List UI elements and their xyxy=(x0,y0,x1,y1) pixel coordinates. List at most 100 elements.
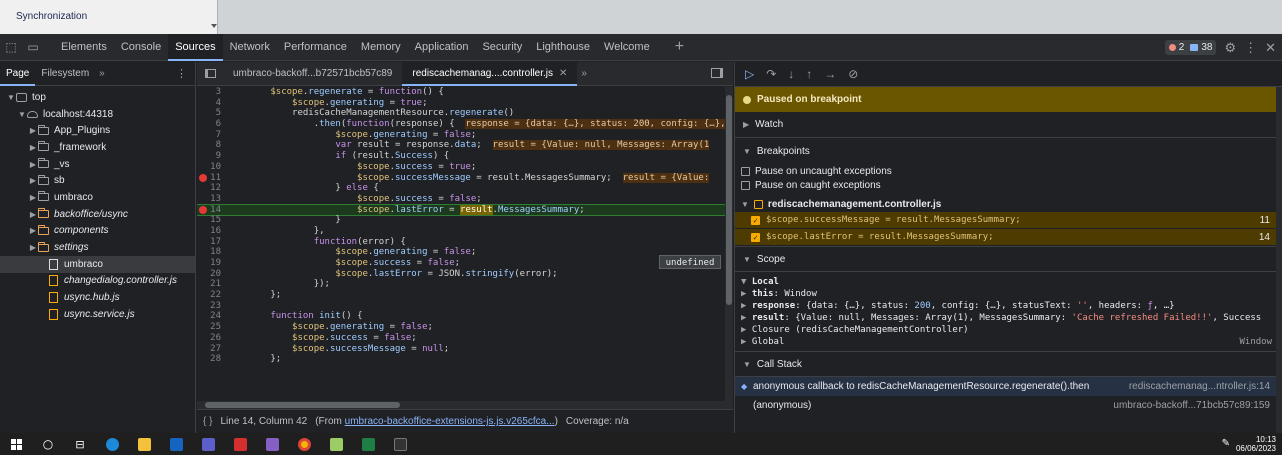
frame-location[interactable]: umbraco-backoff...71bcb57c89:159 xyxy=(1113,400,1270,411)
vertical-scrollbar[interactable] xyxy=(1276,87,1282,433)
chevron-right-icon[interactable]: ▶ xyxy=(28,243,38,252)
tab-lighthouse[interactable]: Lighthouse xyxy=(529,34,597,61)
file-explorer-icon[interactable] xyxy=(128,433,160,455)
line-number[interactable]: 8 xyxy=(197,140,227,151)
device-toolbar-icon[interactable]: ▭ xyxy=(22,34,44,61)
line-number[interactable]: 23 xyxy=(197,301,227,312)
step-over-icon[interactable]: ↷ xyxy=(766,67,776,81)
tree-item[interactable]: ▶ backoffice/usync xyxy=(0,206,195,223)
issue-counter[interactable]: 2 38 xyxy=(1164,40,1217,55)
tree-item[interactable]: ▶ App_Plugins xyxy=(0,122,195,139)
call-stack-section-header[interactable]: ▼ Call Stack xyxy=(735,351,1282,377)
tab-performance[interactable]: Performance xyxy=(277,34,354,61)
source-link[interactable]: umbraco-backoffice-extensions-js.js.v265… xyxy=(345,416,555,427)
excel-icon[interactable] xyxy=(352,433,384,455)
tree-item[interactable]: usync.hub.js xyxy=(0,289,195,306)
breakpoint-item[interactable]: ✓ $scope.lastError = result.MessagesSumma… xyxy=(735,229,1282,245)
line-number[interactable]: 9 xyxy=(197,151,227,162)
line-number[interactable]: 7 xyxy=(197,130,227,141)
step-icon[interactable]: → xyxy=(824,67,836,81)
tab-elements[interactable]: Elements xyxy=(54,34,114,61)
breakpoint-checkbox[interactable]: ✓ xyxy=(751,215,760,225)
scope-row[interactable]: ▶ this: Window xyxy=(735,288,1282,300)
line-number[interactable]: 21 xyxy=(197,279,227,290)
tree-item[interactable]: ▼ top xyxy=(0,89,195,106)
terminal-icon[interactable] xyxy=(384,433,416,455)
teams-icon[interactable] xyxy=(192,433,224,455)
line-number[interactable]: 28 xyxy=(197,354,227,365)
close-icon[interactable]: ✕ xyxy=(559,68,567,79)
tab-sources[interactable]: Sources xyxy=(168,33,223,61)
breakpoint-item[interactable]: ✓ $scope.successMessage = result.Messages… xyxy=(735,212,1282,228)
more-tabs-icon[interactable]: » xyxy=(95,68,109,79)
line-number[interactable]: 6 xyxy=(197,119,227,130)
line-number[interactable]: 19 xyxy=(197,258,227,269)
step-into-icon[interactable]: ↓ xyxy=(788,67,794,81)
tree-item[interactable]: changedialog.controller.js xyxy=(0,273,195,290)
toggle-debugger-icon[interactable] xyxy=(711,68,723,78)
chevron-right-icon[interactable]: ▶ xyxy=(28,226,38,235)
tree-item[interactable]: ▼ localhost:44318 xyxy=(0,106,195,123)
scope-row[interactable]: ▶ response: {data: {…}, status: 200, con… xyxy=(735,300,1282,312)
line-number[interactable]: 27 xyxy=(197,344,227,355)
breakpoints-section-header[interactable]: ▼ Breakpoints xyxy=(735,138,1282,164)
editor-tab-bundle[interactable]: umbraco-backoff...b72571bcb57c89 xyxy=(223,62,402,86)
tree-item[interactable]: ▶ settings xyxy=(0,239,195,256)
tab-security[interactable]: Security xyxy=(475,34,529,61)
kebab-menu-icon[interactable]: ⋮ xyxy=(1244,40,1257,56)
resume-icon[interactable]: ▷ xyxy=(745,67,754,81)
code-area[interactable]: 3 $scope.regenerate = function() {4 $sco… xyxy=(197,87,725,401)
scope-row[interactable]: ▶ result: {Value: null, Messages: Array(… xyxy=(735,312,1282,324)
breakpoint-marker[interactable] xyxy=(199,173,207,182)
tab-filesystem[interactable]: Filesystem xyxy=(35,62,95,86)
call-frame[interactable]: (anonymous) umbraco-backoff...71bcb57c89:… xyxy=(735,396,1282,415)
tree-item[interactable]: ▶ _vs xyxy=(0,156,195,173)
line-number[interactable]: 24 xyxy=(197,311,227,322)
tree-item[interactable]: ▶ sb xyxy=(0,172,195,189)
more-tabs-icon[interactable]: » xyxy=(577,68,591,79)
start-button[interactable] xyxy=(0,433,32,455)
chevron-right-icon[interactable]: ▶ xyxy=(28,143,38,152)
toggle-navigator-icon[interactable] xyxy=(197,62,223,86)
line-number[interactable]: 26 xyxy=(197,333,227,344)
chevron-right-icon[interactable]: ▶ xyxy=(28,126,38,135)
tab-application[interactable]: Application xyxy=(408,34,476,61)
frame-location[interactable]: rediscachemanag...ntroller.js:14 xyxy=(1129,381,1270,392)
search-icon[interactable]: ○ xyxy=(32,433,64,455)
pause-uncaught-checkbox[interactable] xyxy=(741,166,750,176)
line-number[interactable]: 22 xyxy=(197,290,227,301)
sync-panel[interactable]: Synchronization xyxy=(0,0,218,34)
tree-item[interactable]: ▶ _framework xyxy=(0,139,195,156)
line-number[interactable]: 20 xyxy=(197,269,227,280)
scope-row[interactable]: ▼ Local xyxy=(735,276,1282,288)
tab-page[interactable]: Page xyxy=(0,62,36,86)
more-tools-icon[interactable]: + xyxy=(675,38,684,56)
chevron-down-icon[interactable] xyxy=(211,24,217,28)
breakpoint-file-row[interactable]: ▼ rediscachemanagement.controller.js xyxy=(735,196,1282,212)
pause-caught-checkbox[interactable] xyxy=(741,180,750,190)
breakpoint-marker[interactable] xyxy=(199,205,207,214)
line-number[interactable]: 17 xyxy=(197,237,227,248)
tree-item[interactable]: ▶ umbraco xyxy=(0,189,195,206)
line-number[interactable]: 15 xyxy=(197,215,227,226)
chrome-icon[interactable] xyxy=(288,433,320,455)
line-number[interactable]: 25 xyxy=(197,322,227,333)
system-clock[interactable]: 10:13 06/06/2023 xyxy=(1236,435,1276,453)
tab-memory[interactable]: Memory xyxy=(354,34,408,61)
line-number[interactable]: 18 xyxy=(197,247,227,258)
pause-caught-row[interactable]: Pause on caught exceptions xyxy=(735,178,1282,192)
task-view-icon[interactable]: ⊟ xyxy=(64,433,96,455)
tree-item[interactable]: umbraco xyxy=(0,255,195,273)
scroll-thumb[interactable] xyxy=(726,95,732,305)
chevron-right-icon[interactable]: ▶ xyxy=(28,193,38,202)
close-icon[interactable]: ✕ xyxy=(1265,40,1276,56)
scroll-thumb[interactable] xyxy=(205,402,400,408)
line-number[interactable]: 4 xyxy=(197,98,227,109)
inspect-element-icon[interactable]: ⬚ xyxy=(0,34,22,61)
ruby-icon[interactable] xyxy=(224,433,256,455)
deactivate-breakpoints-icon[interactable]: ⊘ xyxy=(848,67,858,81)
pen-icon[interactable]: ✎ xyxy=(1222,438,1230,449)
tree-item[interactable]: ▶ components xyxy=(0,223,195,240)
breakpoint-checkbox[interactable]: ✓ xyxy=(751,232,760,242)
notepad-plus-icon[interactable] xyxy=(320,433,352,455)
